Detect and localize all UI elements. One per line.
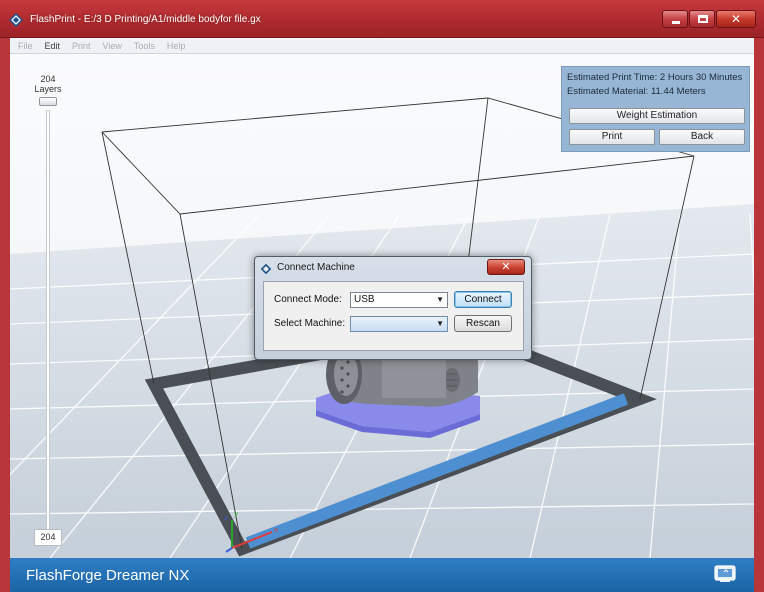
layers-count: 204	[40, 74, 56, 84]
menu-print[interactable]: Print	[66, 41, 97, 51]
close-icon: ✕	[730, 12, 742, 26]
weight-estimation-button[interactable]: Weight Estimation	[569, 108, 745, 124]
rescan-button[interactable]: Rescan	[454, 315, 512, 332]
window-frame-left	[0, 38, 10, 592]
layer-slider-track[interactable]	[46, 110, 50, 530]
print-estimate-panel: Estimated Print Time: 2 Hours 30 Minutes…	[561, 66, 750, 152]
layers-label: Layers	[34, 84, 62, 94]
window-title: FlashPrint - E:/3 D Printing/A1/middle b…	[30, 14, 261, 25]
estimated-time-text: Estimated Print Time: 2 Hours 30 Minutes	[567, 72, 743, 83]
machine-screen-icon[interactable]	[714, 565, 736, 583]
flashforge-logo-icon	[9, 13, 23, 27]
dialog-body: Connect Mode: USB ▼ Select Machine: ▼ Co…	[263, 281, 524, 351]
chevron-down-icon: ▼	[436, 295, 444, 304]
minimize-icon	[672, 21, 680, 24]
layers-label-group: 204 Layers	[28, 74, 68, 94]
current-layer-input[interactable]: 204	[34, 529, 62, 546]
close-button[interactable]: ✕	[716, 10, 756, 28]
window-frame-right	[754, 38, 764, 592]
estimated-material-text: Estimated Material: 11.44 Meters	[567, 86, 706, 97]
layer-slider-handle[interactable]	[39, 97, 57, 106]
svg-text:z: z	[224, 514, 228, 522]
svg-text:y: y	[234, 510, 238, 518]
maximize-icon	[698, 15, 708, 23]
menu-edit[interactable]: Edit	[39, 41, 67, 51]
minimize-button[interactable]	[662, 10, 688, 28]
dialog-title: Connect Machine	[277, 262, 355, 273]
window-titlebar[interactable]: FlashPrint - E:/3 D Printing/A1/middle b…	[0, 0, 764, 38]
flashforge-logo-icon	[260, 263, 272, 275]
menu-help[interactable]: Help	[161, 41, 192, 51]
select-machine-select[interactable]: ▼	[350, 316, 448, 332]
menu-view[interactable]: View	[97, 41, 128, 51]
menu-bar: File Edit Print View Tools Help	[10, 38, 754, 54]
machine-brand-label: FlashForge Dreamer NX	[26, 567, 190, 584]
print-button[interactable]: Print	[569, 129, 655, 145]
svg-text:x: x	[274, 526, 278, 534]
connect-mode-value: USB	[354, 294, 375, 305]
status-bar: FlashForge Dreamer NX	[10, 558, 754, 592]
chevron-down-icon: ▼	[436, 319, 444, 328]
menu-tools[interactable]: Tools	[128, 41, 161, 51]
menu-file[interactable]: File	[12, 41, 39, 51]
back-button[interactable]: Back	[659, 129, 745, 145]
connect-mode-select[interactable]: USB ▼	[350, 292, 448, 308]
connect-mode-label: Connect Mode:	[274, 294, 342, 305]
select-machine-label: Select Machine:	[274, 318, 346, 329]
dialog-close-button[interactable]: ✕	[487, 259, 525, 275]
connect-machine-dialog: Connect Machine ✕ Connect Mode: USB ▼ Se…	[254, 256, 532, 360]
connect-button[interactable]: Connect	[454, 291, 512, 308]
maximize-button[interactable]	[689, 10, 715, 28]
close-icon: ✕	[501, 260, 511, 273]
